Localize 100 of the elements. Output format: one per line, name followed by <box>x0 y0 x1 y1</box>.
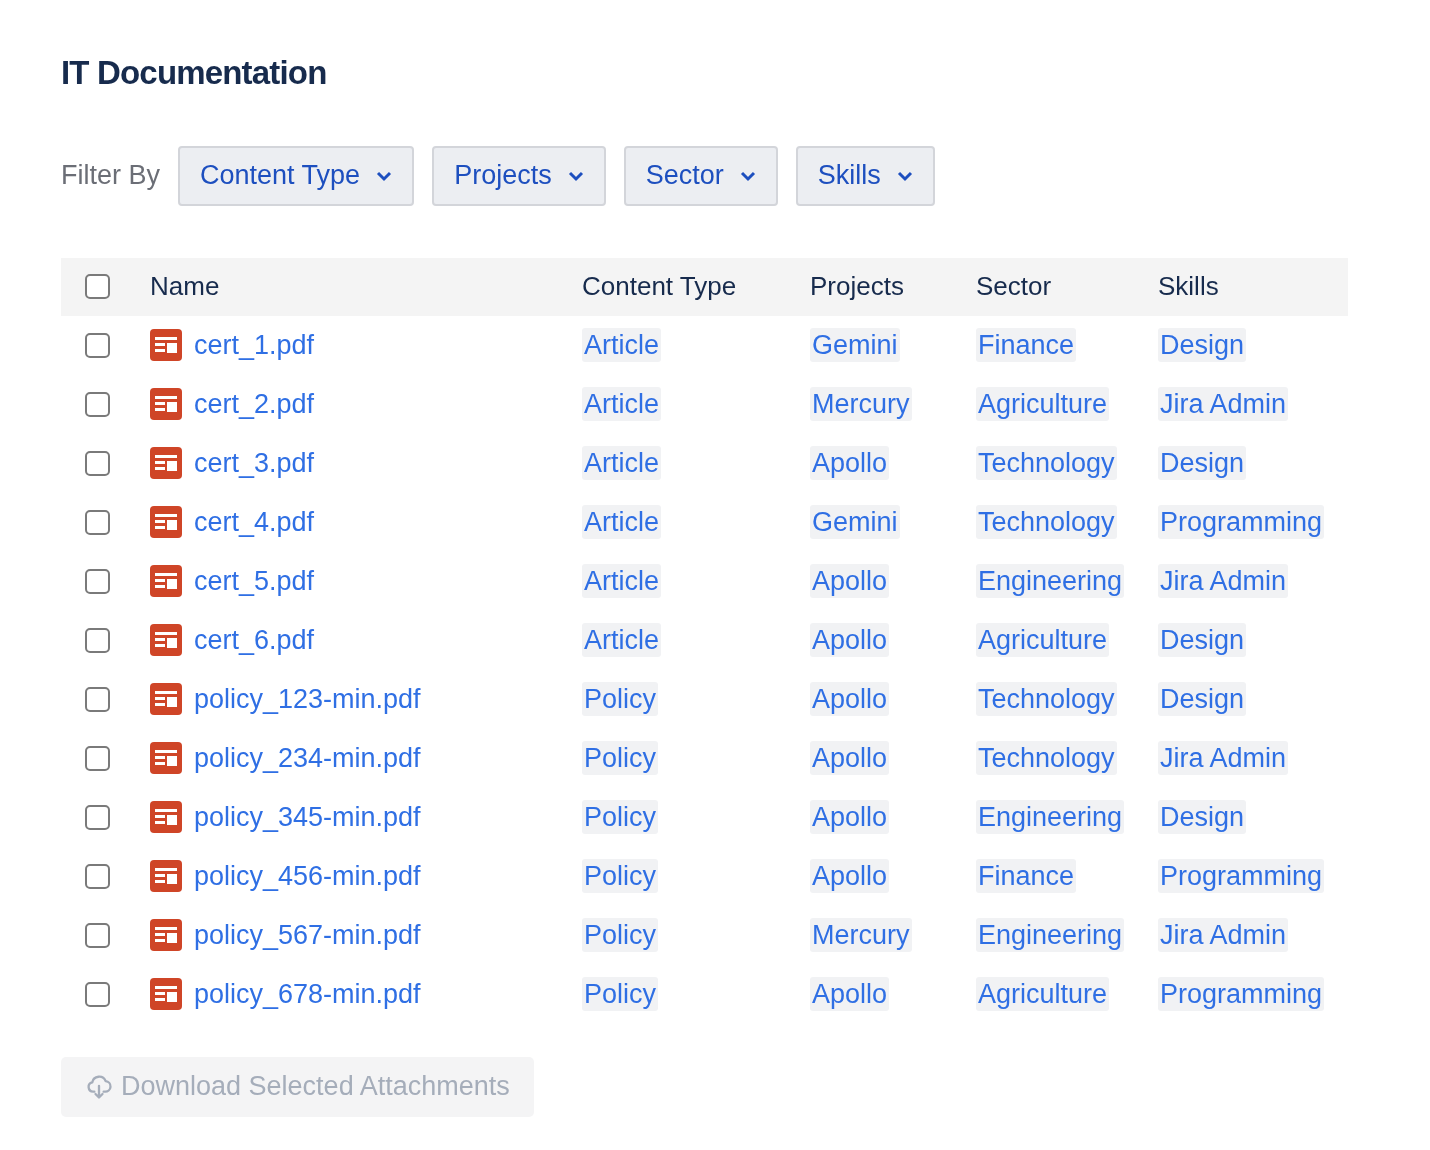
tag-link[interactable]: Jira Admin <box>1158 387 1289 421</box>
file-link[interactable]: cert_3.pdf <box>194 442 315 484</box>
tag-link[interactable]: Finance <box>976 859 1077 893</box>
tag-link[interactable]: Finance <box>976 328 1077 362</box>
tag-link[interactable]: Article <box>582 564 661 598</box>
column-header: Name <box>150 271 220 301</box>
tag-link[interactable]: Engineering <box>976 918 1125 952</box>
filter-dropdown[interactable]: Sector <box>623 145 778 206</box>
tag-link[interactable]: Engineering <box>976 564 1125 598</box>
checkbox[interactable] <box>85 981 110 1007</box>
tag-link[interactable]: Technology <box>976 446 1117 480</box>
checkbox[interactable] <box>85 332 110 358</box>
tag-link[interactable]: Apollo <box>810 800 890 834</box>
tag-link[interactable]: Design <box>1158 623 1247 657</box>
document-icon <box>150 978 182 1010</box>
checkbox[interactable] <box>85 450 110 476</box>
filter-dropdown[interactable]: Projects <box>432 145 606 206</box>
chevron-down-icon <box>739 169 756 182</box>
tag-link[interactable]: Gemini <box>810 328 900 362</box>
document-icon <box>150 683 182 715</box>
filter-dropdown[interactable]: Skills <box>795 145 935 206</box>
document-icon <box>150 388 182 420</box>
document-icon <box>150 919 182 951</box>
checkbox[interactable] <box>85 863 110 889</box>
tag-link[interactable]: Apollo <box>810 564 890 598</box>
chevron-down-icon <box>896 169 913 182</box>
tag-link[interactable]: Mercury <box>810 387 912 421</box>
tag-link[interactable]: Design <box>1158 800 1247 834</box>
checkbox[interactable] <box>85 274 110 299</box>
file-link[interactable]: policy_678-min.pdf <box>194 973 421 1015</box>
tag-link[interactable]: Technology <box>976 505 1117 539</box>
file-link[interactable]: cert_2.pdf <box>194 383 315 425</box>
checkbox[interactable] <box>85 686 110 712</box>
file-link[interactable]: cert_5.pdf <box>194 560 315 602</box>
tag-link[interactable]: Agriculture <box>976 977 1110 1011</box>
tag-link[interactable]: Agriculture <box>976 623 1110 657</box>
tag-link[interactable]: Policy <box>582 800 659 834</box>
column-header: Sector <box>976 271 1052 301</box>
tag-link[interactable]: Apollo <box>810 623 890 657</box>
file-link[interactable]: policy_345-min.pdf <box>194 796 421 838</box>
file-link[interactable]: policy_567-min.pdf <box>194 914 421 956</box>
checkbox[interactable] <box>85 745 110 771</box>
column-header: Skills <box>1158 271 1219 301</box>
tag-link[interactable]: Apollo <box>810 977 890 1011</box>
tag-link[interactable]: Technology <box>976 741 1117 775</box>
file-link[interactable]: cert_4.pdf <box>194 501 315 543</box>
tag-link[interactable]: Apollo <box>810 446 890 480</box>
tag-link[interactable]: Article <box>582 446 661 480</box>
file-link[interactable]: cert_6.pdf <box>194 619 315 661</box>
tag-link[interactable]: Jira Admin <box>1158 741 1289 775</box>
tag-link[interactable]: Apollo <box>810 859 890 893</box>
tag-link[interactable]: Programming <box>1158 505 1325 539</box>
tag-link[interactable]: Policy <box>582 859 659 893</box>
filter-dropdown[interactable]: Content Type <box>178 145 415 206</box>
page-title: IT Documentation <box>61 53 328 93</box>
document-icon <box>150 447 182 479</box>
document-icon <box>150 506 182 538</box>
filter-label: Filter By <box>61 159 160 193</box>
tag-link[interactable]: Design <box>1158 328 1247 362</box>
tag-link[interactable]: Jira Admin <box>1158 918 1289 952</box>
file-link[interactable]: policy_234-min.pdf <box>194 737 421 779</box>
tag-link[interactable]: Article <box>582 623 661 657</box>
tag-link[interactable]: Technology <box>976 682 1117 716</box>
chevron-down-icon <box>376 169 393 182</box>
column-header: Projects <box>810 271 904 301</box>
file-link[interactable]: cert_1.pdf <box>194 324 315 366</box>
document-icon <box>150 742 182 774</box>
tag-link[interactable]: Agriculture <box>976 387 1110 421</box>
document-icon <box>150 801 182 833</box>
checkbox[interactable] <box>85 804 110 830</box>
document-icon <box>150 565 182 597</box>
tag-link[interactable]: Article <box>582 387 661 421</box>
document-icon <box>150 624 182 656</box>
tag-link[interactable]: Programming <box>1158 977 1325 1011</box>
tag-link[interactable]: Policy <box>582 918 659 952</box>
checkbox[interactable] <box>85 391 110 417</box>
checkbox[interactable] <box>85 922 110 948</box>
tag-link[interactable]: Article <box>582 505 661 539</box>
document-icon <box>150 329 182 361</box>
checkbox[interactable] <box>85 568 110 594</box>
tag-link[interactable]: Apollo <box>810 741 890 775</box>
tag-link[interactable]: Design <box>1158 682 1247 716</box>
tag-link[interactable]: Apollo <box>810 682 890 716</box>
file-link[interactable]: policy_123-min.pdf <box>194 678 421 720</box>
tag-link[interactable]: Article <box>582 328 661 362</box>
document-icon <box>150 860 182 892</box>
tag-link[interactable]: Mercury <box>810 918 912 952</box>
tag-link[interactable]: Engineering <box>976 800 1125 834</box>
file-link[interactable]: policy_456-min.pdf <box>194 855 421 897</box>
tag-link[interactable]: Gemini <box>810 505 900 539</box>
tag-link[interactable]: Design <box>1158 446 1247 480</box>
checkbox[interactable] <box>85 627 110 653</box>
checkbox[interactable] <box>85 509 110 535</box>
chevron-down-icon <box>567 169 584 182</box>
tag-link[interactable]: Jira Admin <box>1158 564 1289 598</box>
column-header: Content Type <box>582 271 737 301</box>
tag-link[interactable]: Programming <box>1158 859 1325 893</box>
tag-link[interactable]: Policy <box>582 977 659 1011</box>
tag-link[interactable]: Policy <box>582 741 659 775</box>
tag-link[interactable]: Policy <box>582 682 659 716</box>
